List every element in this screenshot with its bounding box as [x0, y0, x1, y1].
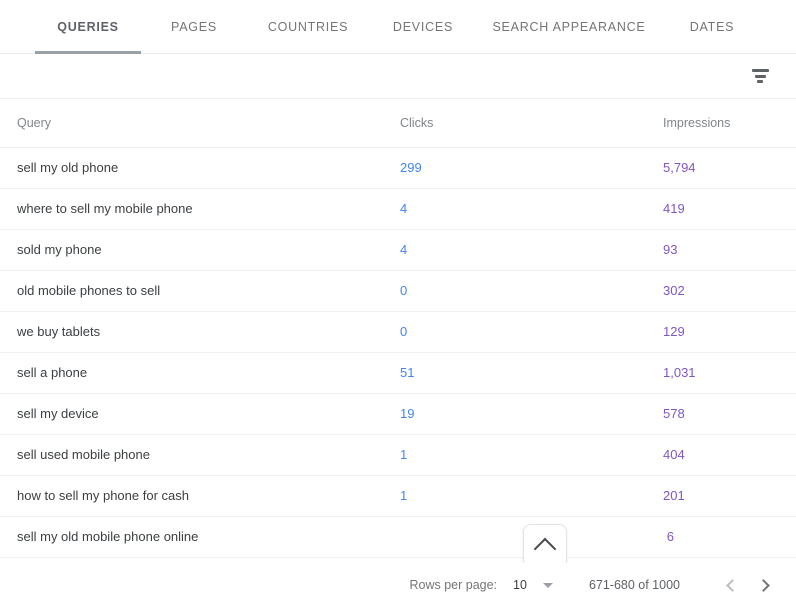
cell-clicks: 299	[400, 147, 663, 189]
cell-impressions: 419	[663, 188, 796, 230]
cell-clicks: 4	[400, 188, 663, 230]
chevron-up-icon	[533, 537, 557, 560]
tab-pages-label: PAGES	[171, 19, 217, 34]
table-row[interactable]: where to sell my mobile phone 4 419 6.9	[0, 188, 796, 230]
cell-impressions: 302	[663, 270, 796, 312]
tab-dates-label: DATES	[689, 19, 735, 34]
cell-impressions: 1,031	[663, 352, 796, 394]
tab-search-appearance-label: SEARCH APPEARANCE	[492, 19, 646, 34]
cell-clicks: 0	[400, 311, 663, 353]
tab-queries-label: QUERIES	[57, 19, 119, 34]
column-header-query-label: Query	[17, 115, 52, 130]
cell-clicks: 4	[400, 229, 663, 271]
cell-query: sell a phone	[0, 352, 400, 394]
filter-button[interactable]	[740, 56, 780, 96]
tab-pages[interactable]: PAGES	[141, 0, 247, 54]
cell-query: sell my old phone	[0, 147, 400, 189]
table-toolbar	[0, 54, 796, 99]
rows-per-page-value: 10	[513, 578, 527, 592]
cell-clicks: 51	[400, 352, 663, 394]
cell-query: sold my phone	[0, 229, 400, 271]
cell-clicks: 19	[400, 393, 663, 435]
tab-dates[interactable]: DATES	[661, 0, 763, 54]
table-row[interactable]: sell used mobile phone 1 404 7	[0, 434, 796, 476]
table-header-row: Query Clicks Impressions ↑ Position	[0, 99, 796, 148]
column-header-query[interactable]: Query	[0, 99, 400, 148]
column-header-impressions-label: Impressions	[663, 115, 731, 130]
table-pagination: Rows per page: 10 671-680 of 1000	[0, 563, 796, 607]
cell-query: where to sell my mobile phone	[0, 188, 400, 230]
cell-impressions: 5,794	[663, 147, 796, 189]
rows-per-page-select[interactable]: 10	[513, 578, 553, 592]
column-header-clicks[interactable]: Clicks	[400, 99, 663, 148]
pagination-range: 671-680 of 1000	[588, 578, 680, 592]
cell-query: old mobile phones to sell	[0, 270, 400, 312]
cell-clicks: 1	[400, 434, 663, 476]
cell-impressions: 93	[663, 229, 796, 271]
table-body: sell my old phone 299 5,794 6.9 where to…	[0, 147, 796, 558]
cell-clicks: 1	[400, 475, 663, 517]
tab-countries[interactable]: COUNTRIES	[247, 0, 369, 54]
cell-clicks: 0	[400, 270, 663, 312]
cell-query: sell my device	[0, 393, 400, 435]
cell-impressions: 578	[663, 393, 796, 435]
table-row[interactable]: sell a phone 51 1,031 7	[0, 352, 796, 394]
cell-query: we buy tablets	[0, 311, 400, 353]
rows-per-page-label: Rows per page:	[409, 578, 498, 592]
search-performance-panel: QUERIES PAGES COUNTRIES DEVICES SEARCH A…	[0, 0, 796, 607]
cell-impressions: 201	[663, 475, 796, 517]
cell-query: sell used mobile phone	[0, 434, 400, 476]
column-header-clicks-label: Clicks	[400, 115, 434, 130]
tab-countries-label: COUNTRIES	[267, 19, 349, 34]
table-row[interactable]: sold my phone 4 93 6.9	[0, 229, 796, 271]
cell-query: sell my old mobile phone online	[0, 516, 400, 558]
filter-icon	[751, 69, 769, 83]
tab-search-appearance[interactable]: SEARCH APPEARANCE	[477, 0, 661, 54]
table-row[interactable]: old mobile phones to sell 0 302 6.9	[0, 270, 796, 312]
tab-queries[interactable]: QUERIES	[35, 0, 141, 54]
table-row[interactable]: sell my old mobile phone online 6 7	[0, 516, 796, 558]
chevron-left-icon	[726, 578, 739, 592]
tab-devices-label: DEVICES	[392, 19, 454, 34]
cell-impressions: 404	[663, 434, 796, 476]
performance-table: Query Clicks Impressions ↑ Position sel	[0, 99, 796, 558]
table-row[interactable]: sell my old phone 299 5,794 6.9	[0, 147, 796, 189]
cell-impressions: 6	[663, 516, 796, 558]
cell-query: how to sell my phone for cash	[0, 475, 400, 517]
column-header-impressions[interactable]: Impressions	[663, 99, 796, 148]
dimension-tabs: QUERIES PAGES COUNTRIES DEVICES SEARCH A…	[0, 0, 796, 54]
table-row[interactable]: how to sell my phone for cash 1 201 7	[0, 475, 796, 517]
table-row[interactable]: we buy tablets 0 129 6.9	[0, 311, 796, 353]
table-row[interactable]: sell my device 19 578 7	[0, 393, 796, 435]
next-page-button[interactable]	[748, 568, 782, 602]
chevron-right-icon	[757, 578, 770, 592]
tab-devices[interactable]: DEVICES	[369, 0, 477, 54]
previous-page-button[interactable]	[714, 568, 748, 602]
table-header: Query Clicks Impressions ↑ Position	[0, 99, 796, 148]
chevron-down-icon	[542, 582, 553, 588]
cell-impressions: 129	[663, 311, 796, 353]
scroll-to-top-button[interactable]	[523, 524, 567, 568]
